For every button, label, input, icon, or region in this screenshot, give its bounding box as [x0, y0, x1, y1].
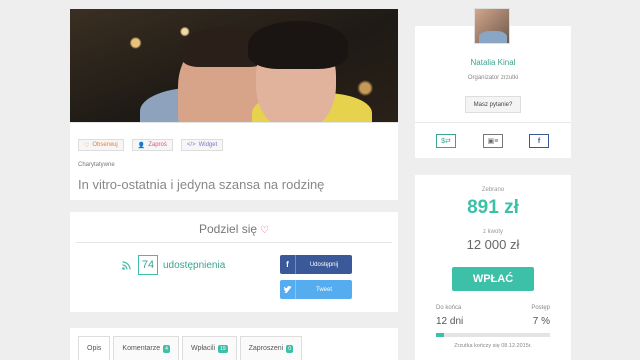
campaign-photo: [70, 9, 398, 122]
goal-label: z kwoty: [482, 229, 503, 235]
divider: [76, 242, 392, 243]
count-badge: 19: [218, 344, 228, 353]
id-card-icon[interactable]: ▣≡: [483, 134, 503, 148]
organizer-name[interactable]: Natalia Kinal: [415, 58, 571, 67]
heart-outline-icon: ♡: [260, 225, 269, 236]
invite-button[interactable]: 👤 Zaproś: [131, 139, 173, 151]
goal-amount: 12 000 zł: [466, 237, 520, 252]
donate-button[interactable]: WPŁAĆ: [452, 267, 534, 291]
facebook-icon[interactable]: f: [529, 134, 549, 148]
end-date-note: Zrzutka kończy się 08.12.2015r.: [454, 343, 532, 349]
organizer-card: Natalia Kinal Organizator zrzutki Masz p…: [415, 8, 571, 158]
tab-description[interactable]: Opis: [78, 336, 111, 360]
heart-outline-icon: ♡: [84, 142, 90, 149]
campaign-card: ♡ Obserwuj 👤 Zaproś </> Widget Charytaty…: [70, 9, 398, 200]
raised-amount: 891 zł: [467, 197, 519, 218]
follow-button[interactable]: ♡ Obserwuj: [78, 139, 124, 151]
share-count: 74: [138, 255, 158, 275]
raised-label: Zebrano: [481, 187, 505, 193]
share-count-label: udostępnienia: [163, 260, 226, 271]
organizer-role: Organizator zrzutki: [467, 75, 519, 81]
share-heading: Podziel się ♡: [199, 222, 269, 236]
widget-button[interactable]: </> Widget: [180, 139, 224, 151]
twitter-share-button[interactable]: Tweet: [280, 280, 352, 299]
count-badge: 4: [163, 344, 170, 353]
twitter-icon: [280, 280, 296, 299]
divider: [70, 122, 398, 123]
campaign-category: Charytatywne: [78, 162, 115, 168]
share-card: Podziel się ♡ 74 udostępnienia f Udostępn…: [70, 212, 398, 312]
count-badge: 0: [286, 344, 294, 353]
money-transfer-icon[interactable]: $⇄: [436, 134, 456, 148]
days-left-value: 12 dni: [436, 316, 464, 327]
code-icon: </>: [186, 142, 196, 148]
progress-bar: [436, 333, 550, 337]
tab-invited[interactable]: Zaproszeni 0: [239, 336, 303, 360]
days-left-label: Do końca: [436, 305, 462, 311]
progress-label: Postęp: [531, 305, 550, 311]
rss-icon: [122, 261, 131, 273]
facebook-icon: f: [280, 255, 296, 274]
progress-bar-fill: [436, 333, 444, 337]
avatar[interactable]: [474, 8, 510, 44]
tabs-card: Opis Komentarze 4 Wpłacili 19 Zaproszeni…: [70, 328, 398, 360]
ask-question-button[interactable]: Masz pytanie?: [465, 96, 521, 113]
add-user-icon: 👤: [137, 142, 146, 149]
divider: [415, 122, 571, 123]
donation-card: Zebrano 891 zł z kwoty 12 000 zł WPŁAĆ D…: [415, 175, 571, 360]
facebook-share-button[interactable]: f Udostępnij: [280, 255, 352, 274]
campaign-actions: ♡ Obserwuj 👤 Zaproś </> Widget: [78, 139, 224, 151]
tab-bar: Opis Komentarze 4 Wpłacili 19 Zaproszeni…: [78, 336, 303, 360]
tab-comments[interactable]: Komentarze 4: [113, 336, 179, 360]
campaign-title: In vitro-ostatnia i jedyna szansa na rod…: [78, 177, 325, 192]
tab-donors[interactable]: Wpłacili 19: [181, 336, 237, 360]
progress-value: 7 %: [532, 316, 550, 327]
